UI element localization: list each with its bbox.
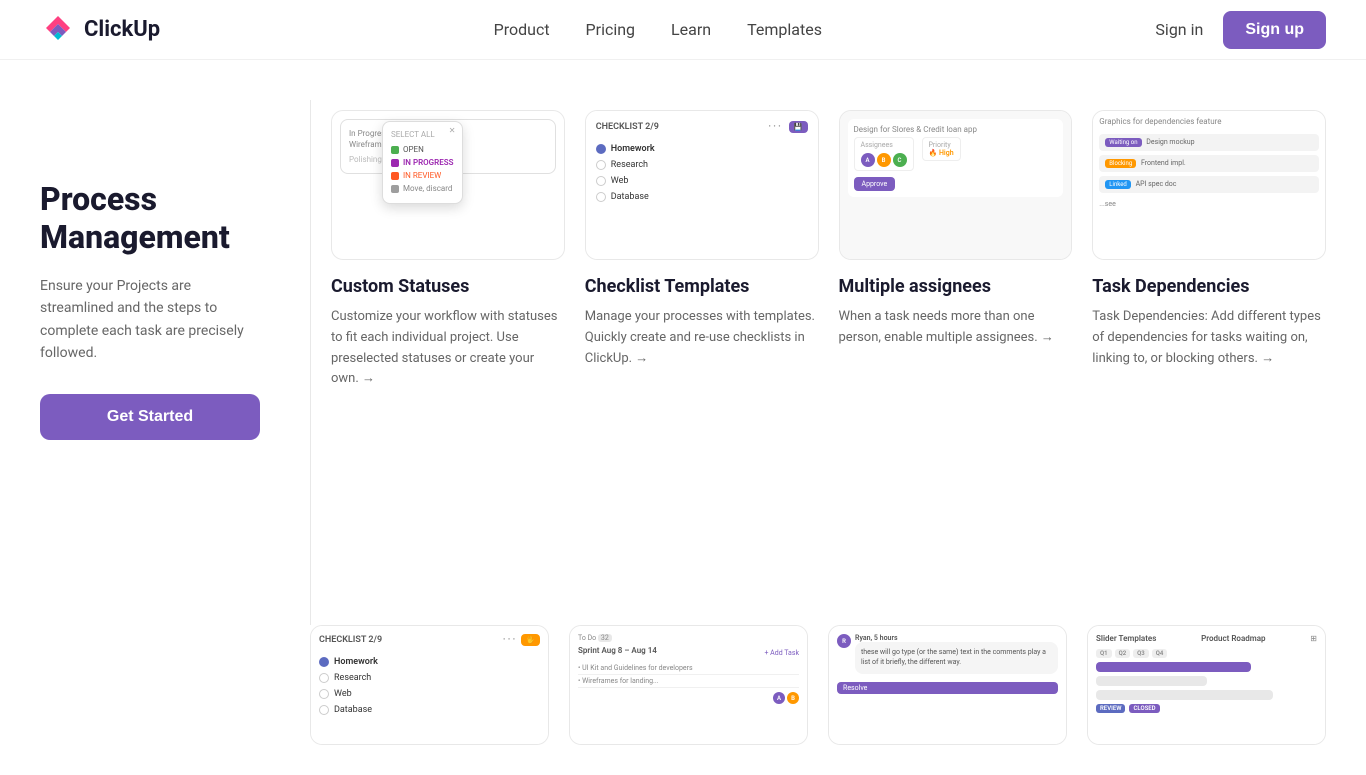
page-title: Process Management: [40, 180, 260, 257]
bottom-card-roadmap: Slider Templates Product Roadmap ⊞ Q1 Q2…: [1087, 625, 1326, 745]
feature-card-custom-statuses: In Progress Wireframes for land... Polis…: [331, 110, 565, 615]
signup-button[interactable]: Sign up: [1223, 11, 1326, 49]
mock-statuses-ui: In Progress Wireframes for land... Polis…: [332, 111, 564, 259]
checklist-templates-desc: Manage your processes with templates. Qu…: [585, 307, 819, 369]
bottom-card-sprint: To Do 32 Sprint Aug 8 – Aug 14 + Add Tas…: [569, 625, 808, 745]
nav-pricing[interactable]: Pricing: [586, 20, 636, 39]
logo-text: ClickUp: [84, 17, 160, 42]
feature-card-task-dependencies: Graphics for dependencies feature Waitin…: [1092, 110, 1326, 615]
features-grid: In Progress Wireframes for land... Polis…: [331, 100, 1326, 625]
nav-actions: Sign in Sign up: [1155, 11, 1326, 49]
feature-card-multiple-assignees: Design for Slores & Credit loan app Assi…: [839, 110, 1073, 615]
logo[interactable]: ClickUp: [40, 12, 160, 48]
task-dependencies-title: Task Dependencies: [1092, 276, 1326, 297]
feature-card-checklist-templates: CHECKLIST 2/9 · · · 💾 Homework Research: [585, 110, 819, 615]
custom-statuses-image: In Progress Wireframes for land... Polis…: [331, 110, 565, 260]
custom-statuses-desc: Customize your workflow with statuses to…: [331, 307, 565, 390]
bottom-card-comment: R Ryan, 5 hours these will go type (or t…: [828, 625, 1067, 745]
bottom-card-checklist: CHECKLIST 2/9 · · · 🖐 Homework Research …: [310, 625, 549, 745]
task-dependencies-image: Graphics for dependencies feature Waitin…: [1092, 110, 1326, 260]
mock-assignees-ui: Design for Slores & Credit loan app Assi…: [840, 111, 1072, 259]
page-description: Ensure your Projects are streamlined and…: [40, 275, 260, 365]
multiple-assignees-desc: When a task needs more than one person, …: [839, 307, 1073, 349]
checklist-templates-image: CHECKLIST 2/9 · · · 💾 Homework Research: [585, 110, 819, 260]
multiple-assignees-image: Design for Slores & Credit loan app Assi…: [839, 110, 1073, 260]
nav-product[interactable]: Product: [494, 20, 550, 39]
checklist-templates-title: Checklist Templates: [585, 276, 819, 297]
signin-link[interactable]: Sign in: [1155, 20, 1203, 39]
mock-checklist-ui: CHECKLIST 2/9 · · · 💾 Homework Research: [586, 111, 818, 259]
vertical-divider: [310, 100, 311, 625]
main-content: Process Management Ensure your Projects …: [0, 60, 1366, 625]
bottom-cards-row: CHECKLIST 2/9 · · · 🖐 Homework Research …: [0, 625, 1366, 775]
nav-learn[interactable]: Learn: [671, 20, 711, 39]
get-started-button[interactable]: Get Started: [40, 394, 260, 440]
mock-deps-ui: Graphics for dependencies feature Waitin…: [1093, 111, 1325, 259]
left-sidebar: Process Management Ensure your Projects …: [40, 100, 290, 625]
navbar: ClickUp Product Pricing Learn Templates …: [0, 0, 1366, 60]
task-dependencies-desc: Task Dependencies: Add different types o…: [1092, 307, 1326, 369]
nav-links: Product Pricing Learn Templates: [494, 20, 822, 39]
clickup-logo-icon: [40, 12, 76, 48]
custom-statuses-title: Custom Statuses: [331, 276, 565, 297]
multiple-assignees-title: Multiple assignees: [839, 276, 1073, 297]
nav-templates[interactable]: Templates: [747, 20, 822, 39]
